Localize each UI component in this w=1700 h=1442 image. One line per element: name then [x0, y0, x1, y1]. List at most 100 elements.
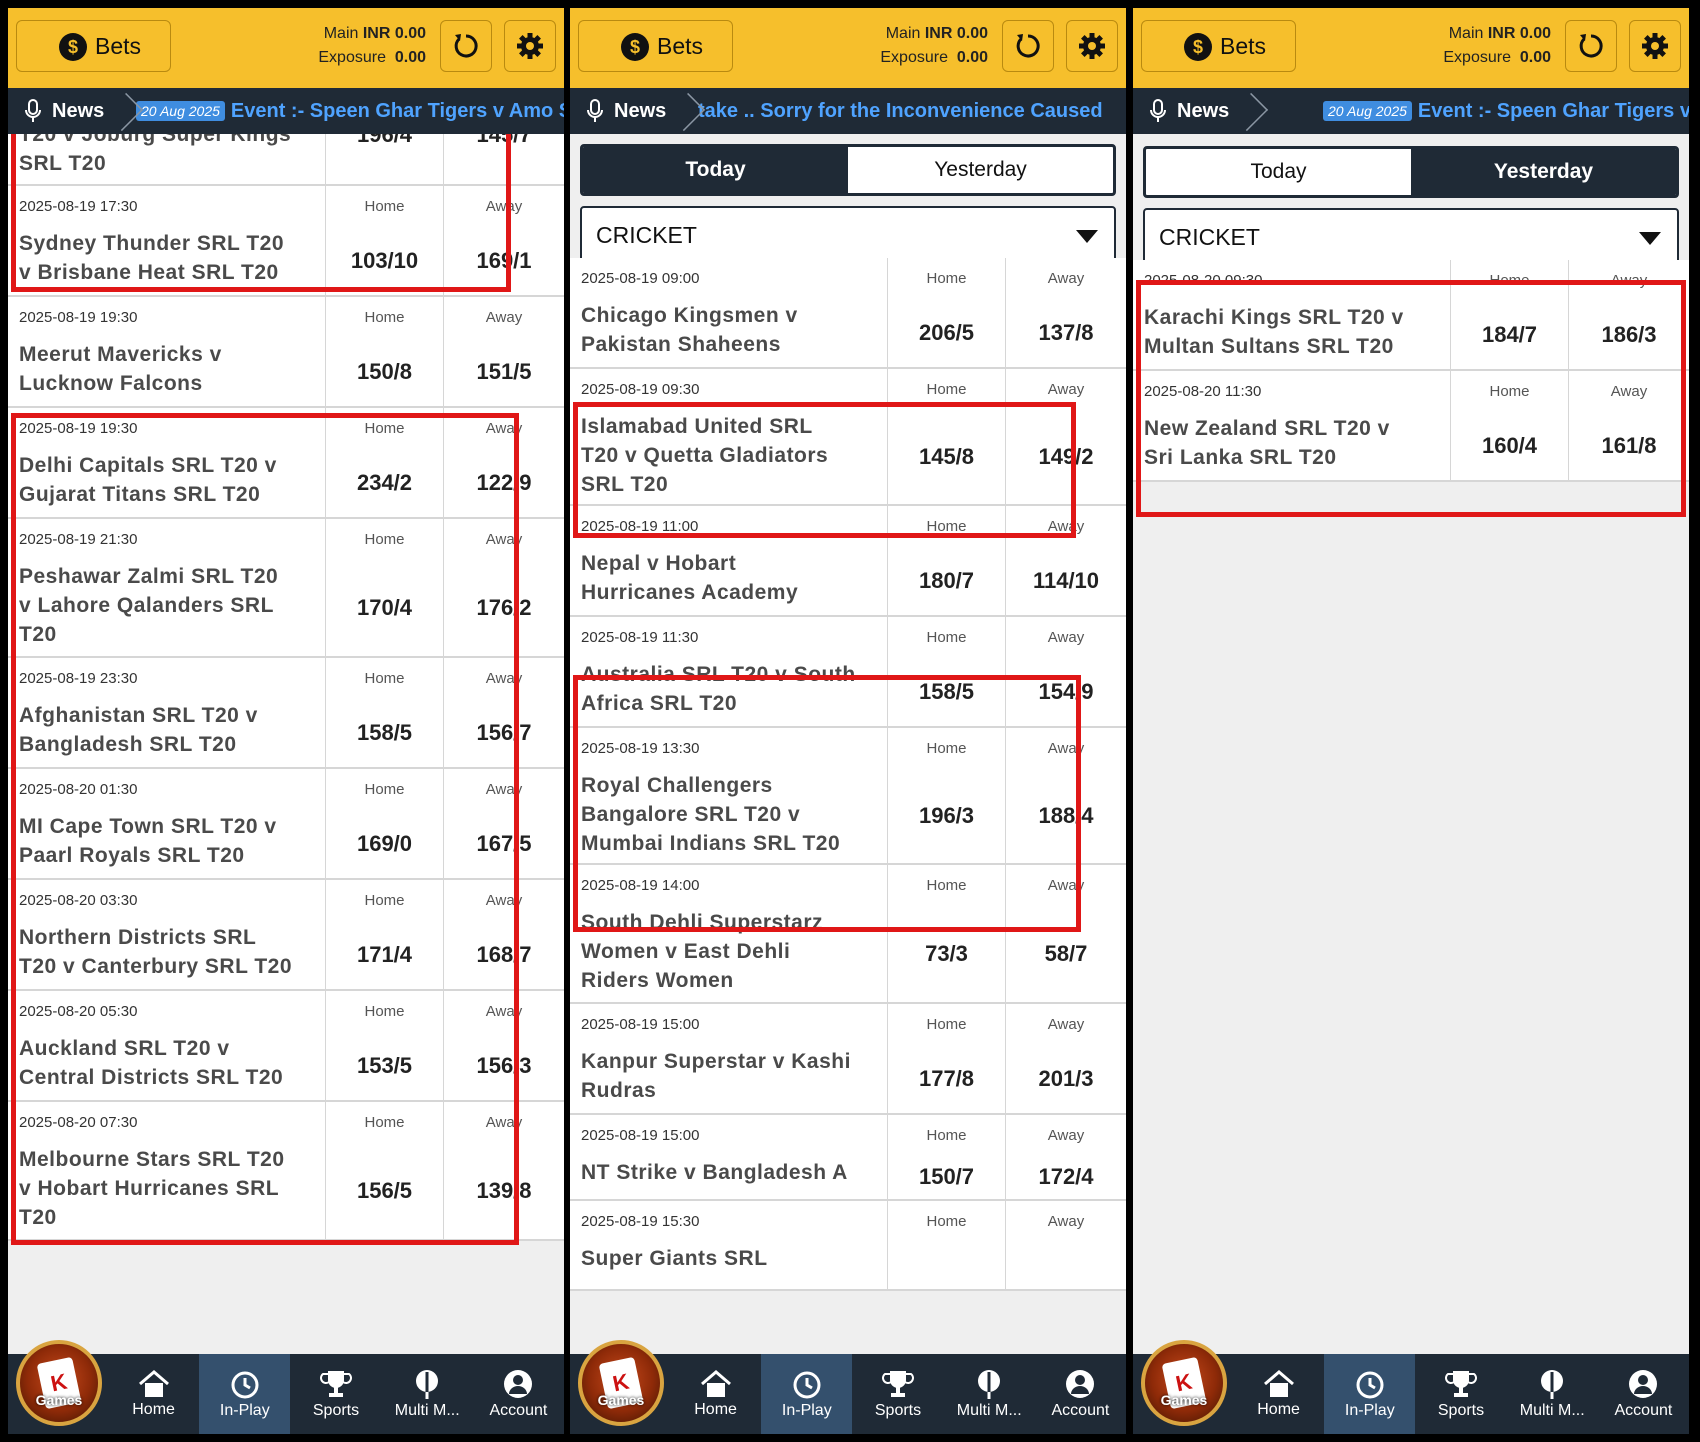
nav-multi-markets[interactable]: Multi M...: [382, 1354, 473, 1434]
home-score-cell[interactable]: Home 150/7: [888, 1115, 1006, 1199]
match-row[interactable]: 2025-08-20 05:30 Auckland SRL T20 v Centra…: [8, 991, 564, 1102]
away-score-cell[interactable]: Away 172/4: [1006, 1115, 1126, 1199]
sport-select[interactable]: CRICKET: [580, 206, 1116, 264]
match-row[interactable]: 2025-08-19 11:00 Nepal v Hobart Hurricanes…: [570, 506, 1126, 617]
home-score-cell[interactable]: Home 170/4: [326, 519, 444, 656]
match-row[interactable]: 2025-08-20 07:30 Melbourne Stars SRL T20 v…: [8, 1102, 564, 1241]
nav-account[interactable]: Account: [1035, 1354, 1126, 1434]
settings-button[interactable]: [1629, 20, 1681, 72]
away-score-cell[interactable]: Away 58/7: [1006, 865, 1126, 1002]
away-score-cell[interactable]: Away 168/7: [444, 880, 564, 989]
away-label: Away: [485, 531, 523, 548]
away-score-cell[interactable]: Away 154/9: [1006, 617, 1126, 726]
nav-inplay[interactable]: In-Play: [761, 1354, 853, 1434]
match-row[interactable]: 2025-08-20 09:30 Karachi Kings SRL T20 v M…: [1133, 260, 1689, 371]
bets-button[interactable]: $ Bets: [16, 20, 171, 72]
nav-home[interactable]: Home: [670, 1354, 761, 1434]
games-button[interactable]: K Games: [16, 1340, 102, 1426]
away-score-cell[interactable]: Away 139/8: [444, 1102, 564, 1239]
games-button[interactable]: K Games: [1141, 1340, 1227, 1426]
home-score-cell[interactable]: Home 184/7: [1451, 260, 1569, 369]
away-score-cell[interactable]: Away 114/10: [1006, 506, 1126, 615]
match-time: 2025-08-20 07:30: [19, 1114, 138, 1131]
tab-today[interactable]: Today: [1146, 149, 1411, 195]
nav-multi-markets[interactable]: Multi M...: [944, 1354, 1035, 1434]
home-score-cell[interactable]: Home 158/5: [888, 617, 1006, 726]
home-score-cell[interactable]: Home 153/5: [326, 991, 444, 1100]
home-score-cell[interactable]: Home: [888, 1201, 1006, 1289]
away-score-cell[interactable]: Away: [1006, 1201, 1126, 1289]
home-score-cell[interactable]: Home 206/5: [888, 258, 1006, 367]
sport-select[interactable]: CRICKET: [1143, 208, 1679, 266]
match-row[interactable]: 2025-08-19 14:00 South Dehli Superstarz Wo…: [570, 865, 1126, 1004]
match-row[interactable]: 2025-08-19 19:30 Meerut Mavericks v Luckno…: [8, 297, 564, 408]
tab-today[interactable]: Today: [583, 147, 848, 193]
refresh-button[interactable]: [1565, 20, 1617, 72]
home-score-cell[interactable]: Home 177/8: [888, 1004, 1006, 1113]
match-teams: Chicago Kingsmen v Pakistan Shaheens: [581, 301, 887, 359]
away-score-cell[interactable]: Away 149/2: [1006, 369, 1126, 504]
home-score-cell[interactable]: Home 150/8: [326, 297, 444, 406]
away-score-cell[interactable]: Away 201/3: [1006, 1004, 1126, 1113]
home-score-cell[interactable]: Home 103/10: [326, 186, 444, 295]
away-score-cell[interactable]: Away 151/5: [444, 297, 564, 406]
match-row[interactable]: 2025-08-20 01:30 MI Cape Town SRL T20 v Pa…: [8, 769, 564, 880]
match-row[interactable]: 2025-08-19 15:00 NT Strike v Bangladesh A…: [570, 1115, 1126, 1201]
match-row[interactable]: 2025-08-19 13:30 Royal Challengers Bangalo…: [570, 728, 1126, 865]
match-row[interactable]: 2025-08-19 15:00 Kanpur Superstar v Kashi…: [570, 1004, 1126, 1115]
match-row[interactable]: 2025-08-19 19:30 Delhi Capitals SRL T20 v…: [8, 408, 564, 519]
match-row[interactable]: 2025-08-19 21:30 Peshawar Zalmi SRL T20 v …: [8, 519, 564, 658]
nav-inplay[interactable]: In-Play: [1324, 1354, 1416, 1434]
settings-button[interactable]: [504, 20, 556, 72]
match-row[interactable]: T20 v Joburg Super Kings SRL T20 196/4 1…: [8, 134, 564, 186]
match-teams-line: Central Districts SRL T20: [19, 1066, 284, 1089]
away-score: 149/2: [1038, 444, 1094, 469]
bets-button[interactable]: $ Bets: [578, 20, 733, 72]
home-score-cell[interactable]: Home 158/5: [326, 658, 444, 767]
tab-yesterday[interactable]: Yesterday: [848, 147, 1113, 193]
nav-home[interactable]: Home: [108, 1354, 199, 1434]
nav-account[interactable]: Account: [1598, 1354, 1689, 1434]
home-score-cell[interactable]: Home 145/8: [888, 369, 1006, 504]
match-row[interactable]: 2025-08-19 11:30 Australia SRL T20 v Sout…: [570, 617, 1126, 728]
nav-inplay[interactable]: In-Play: [199, 1354, 291, 1434]
nav-sports[interactable]: Sports: [1415, 1354, 1506, 1434]
home-score-cell[interactable]: Home 73/3: [888, 865, 1006, 1002]
nav-home[interactable]: Home: [1233, 1354, 1324, 1434]
away-score-cell[interactable]: Away 186/3: [1569, 260, 1689, 369]
away-score-cell[interactable]: Away 188/4: [1006, 728, 1126, 863]
refresh-button[interactable]: [1002, 20, 1054, 72]
away-score-cell[interactable]: Away 167/5: [444, 769, 564, 878]
away-score-cell[interactable]: Away 161/8: [1569, 371, 1689, 480]
games-button[interactable]: K Games: [578, 1340, 664, 1426]
match-row[interactable]: 2025-08-19 09:30 Islamabad United SRL T20 …: [570, 369, 1126, 506]
settings-button[interactable]: [1066, 20, 1118, 72]
away-score-cell[interactable]: Away 169/1: [444, 186, 564, 295]
match-row[interactable]: 2025-08-20 03:30 Northern Districts SRL T2…: [8, 880, 564, 991]
home-score: 103/10: [350, 248, 419, 273]
home-score-cell[interactable]: Home 156/5: [326, 1102, 444, 1239]
home-score-cell[interactable]: Home 171/4: [326, 880, 444, 989]
away-score-cell[interactable]: Away 156/7: [444, 658, 564, 767]
home-score-cell[interactable]: Home 196/3: [888, 728, 1006, 863]
nav-account[interactable]: Account: [473, 1354, 564, 1434]
match-row[interactable]: 2025-08-19 09:00 Chicago Kingsmen v Pakist…: [570, 258, 1126, 369]
match-row[interactable]: 2025-08-19 23:30 Afghanistan SRL T20 v Ban…: [8, 658, 564, 769]
nav-sports[interactable]: Sports: [290, 1354, 381, 1434]
home-score-cell[interactable]: Home 160/4: [1451, 371, 1569, 480]
match-row[interactable]: 2025-08-20 11:30 New Zealand SRL T20 v Sri…: [1133, 371, 1689, 482]
nav-sports[interactable]: Sports: [852, 1354, 943, 1434]
match-row[interactable]: 2025-08-19 15:30 Super Giants SRL Home Away: [570, 1201, 1126, 1291]
tab-yesterday[interactable]: Yesterday: [1411, 149, 1676, 195]
nav-multi-markets[interactable]: Multi M...: [1507, 1354, 1598, 1434]
match-row[interactable]: 2025-08-19 17:30 Sydney Thunder SRL T20 v …: [8, 186, 564, 297]
bets-button[interactable]: $ Bets: [1141, 20, 1296, 72]
refresh-button[interactable]: [440, 20, 492, 72]
home-score-cell[interactable]: Home 180/7: [888, 506, 1006, 615]
away-score-cell[interactable]: Away 137/8: [1006, 258, 1126, 367]
home-score-cell[interactable]: Home 234/2: [326, 408, 444, 517]
away-score-cell[interactable]: Away 176/2: [444, 519, 564, 656]
away-score-cell[interactable]: Away 122/9: [444, 408, 564, 517]
away-score-cell[interactable]: Away 156/3: [444, 991, 564, 1100]
home-score-cell[interactable]: Home 169/0: [326, 769, 444, 878]
